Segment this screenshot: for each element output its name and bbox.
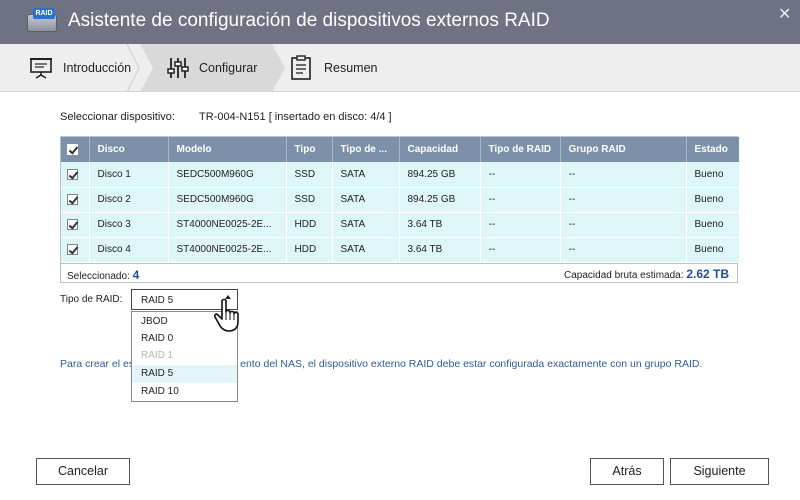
column-header[interactable]: Capacidad: [399, 137, 481, 162]
row-checkbox[interactable]: [67, 168, 78, 180]
cell-interfaz: SATA: [332, 212, 400, 238]
cell-tipo: HDD: [286, 237, 333, 263]
title-bar: RAID Asistente de configuración de dispo…: [0, 0, 800, 44]
row-checkbox[interactable]: [67, 243, 78, 255]
cell-tipo-raid: --: [480, 187, 561, 213]
back-button[interactable]: Atrás: [590, 458, 664, 485]
table-header-row: Disco Modelo Tipo Tipo de ... Capacidad …: [61, 137, 739, 162]
cell-estado: Bueno: [686, 187, 739, 213]
device-label: Seleccionar dispositivo:: [60, 111, 175, 123]
cell-modelo: ST4000NE0025-2E...: [168, 212, 287, 238]
column-header[interactable]: Tipo de ...: [332, 137, 400, 162]
cell-tipo-raid: --: [480, 162, 561, 188]
cell-capacidad: 894.25 GB: [399, 187, 481, 213]
sliders-icon: [167, 58, 189, 78]
column-header[interactable]: Tipo: [286, 137, 333, 162]
cell-estado: Bueno: [686, 212, 739, 238]
column-header[interactable]: Tipo de RAID: [480, 137, 561, 162]
next-button[interactable]: Siguiente: [670, 458, 769, 485]
window-title: Asistente de configuración de dispositiv…: [68, 10, 550, 31]
chevron-separator-icon: [126, 44, 140, 92]
step-resumen: Resumen: [285, 44, 425, 92]
selected-count: 4: [132, 267, 140, 282]
cell-disco: Disco 3: [89, 212, 169, 238]
row-checkbox[interactable]: [67, 193, 78, 205]
cell-grupo-raid: --: [560, 187, 687, 213]
cell-modelo: SEDC500M960G: [168, 187, 287, 213]
select-all-checkbox[interactable]: [67, 143, 78, 155]
cell-grupo-raid: --: [560, 212, 687, 238]
raid-drive-icon: RAID: [27, 8, 57, 34]
raid-option-raid10[interactable]: RAID 10: [132, 383, 237, 401]
capacity-label: Capacidad bruta estimada:: [564, 269, 684, 281]
step-introduccion: Introducción: [0, 44, 140, 92]
table-row[interactable]: Disco 1 SEDC500M960G SSD SATA 894.25 GB …: [61, 162, 739, 188]
step-label: Resumen: [324, 61, 378, 75]
cell-tipo: SSD: [286, 187, 333, 213]
capacity-value: 2.62 TB: [686, 266, 729, 281]
cell-estado: Bueno: [686, 162, 739, 188]
step-configurar: Configurar: [140, 44, 285, 92]
selected-label: Seleccionado:: [67, 270, 130, 282]
step-label: Configurar: [199, 61, 258, 75]
table-row[interactable]: Disco 3 ST4000NE0025-2E... HDD SATA 3.64…: [61, 212, 739, 238]
info-text-end: ento del NAS, el dispositivo externo RAI…: [240, 358, 703, 370]
cell-tipo-raid: --: [480, 212, 561, 238]
raid-option-raid1: RAID 1: [141, 350, 174, 361]
table-row[interactable]: Disco 4 ST4000NE0025-2E... HDD SATA 3.64…: [61, 237, 739, 263]
table-row[interactable]: Disco 2 SEDC500M960G SSD SATA 894.25 GB …: [61, 187, 739, 213]
clipboard-icon: [291, 55, 311, 80]
column-header[interactable]: Modelo: [168, 137, 287, 162]
cell-tipo: SSD: [286, 162, 333, 188]
wizard-steps: Introducción Configurar Resumen: [0, 44, 800, 92]
cell-capacidad: 3.64 TB: [399, 237, 481, 263]
step-label: Introducción: [63, 61, 132, 75]
cell-disco: Disco 4: [89, 237, 169, 263]
cell-interfaz: SATA: [332, 187, 400, 213]
select-all-checkbox-cell[interactable]: [61, 137, 90, 162]
raid-tag: RAID: [33, 8, 55, 19]
column-header[interactable]: Estado: [686, 137, 739, 162]
cell-grupo-raid: --: [560, 162, 687, 188]
cell-modelo: SEDC500M960G: [168, 162, 287, 188]
cell-disco: Disco 2: [89, 187, 169, 213]
selected-summary: Seleccionado: 4: [67, 268, 139, 282]
cell-modelo: ST4000NE0025-2E...: [168, 237, 287, 263]
disk-table: Disco Modelo Tipo Tipo de ... Capacidad …: [60, 136, 739, 283]
presentation-board-icon: [30, 58, 52, 79]
raid-type-value: RAID 5: [141, 295, 174, 306]
cell-interfaz: SATA: [332, 237, 400, 263]
table-footer: Seleccionado: 4 Capacidad bruta estimada…: [61, 262, 737, 282]
row-checkbox[interactable]: [67, 218, 78, 230]
cell-interfaz: SATA: [332, 162, 400, 188]
raid-type-label: Tipo de RAID:: [60, 294, 123, 305]
column-header[interactable]: Grupo RAID: [560, 137, 687, 162]
device-value: TR-004-N151 [ insertado en disco: 4/4 ]: [199, 111, 392, 123]
cell-capacidad: 894.25 GB: [399, 162, 481, 188]
cell-grupo-raid: --: [560, 237, 687, 263]
capacity-summary: Capacidad bruta estimada: 2.62 TB: [564, 267, 729, 281]
info-text-start: Para crear el es: [60, 358, 135, 370]
close-icon[interactable]: ✕: [778, 4, 791, 24]
cell-tipo-raid: --: [480, 237, 561, 263]
device-selection: Seleccionar dispositivo: TR-004-N151 [ i…: [60, 111, 392, 123]
column-header[interactable]: Disco: [89, 137, 169, 162]
cell-capacidad: 3.64 TB: [399, 212, 481, 238]
cell-disco: Disco 1: [89, 162, 169, 188]
raid-option-raid5[interactable]: RAID 5: [132, 365, 237, 383]
cell-tipo: HDD: [286, 212, 333, 238]
cancel-button[interactable]: Cancelar: [36, 458, 130, 485]
hand-cursor-icon: [213, 298, 239, 332]
cell-estado: Bueno: [686, 237, 739, 263]
